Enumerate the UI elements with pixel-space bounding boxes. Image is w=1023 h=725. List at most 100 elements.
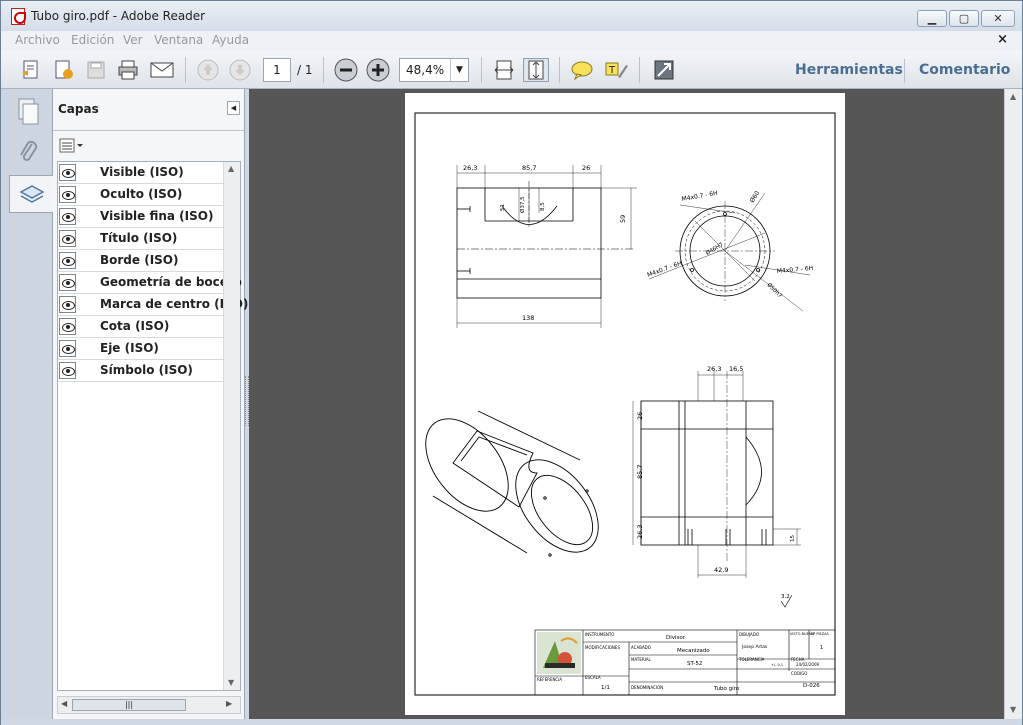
attachments-tab[interactable] <box>11 133 45 171</box>
eye-icon[interactable] <box>59 340 76 357</box>
menu-archivo[interactable]: Archivo <box>15 33 60 47</box>
dim-front-middle: 85,7 <box>522 164 536 172</box>
layer-row[interactable]: Oculto (ISO) <box>58 184 224 206</box>
tb-piezas-label: Nº PIEZAS <box>811 632 830 636</box>
envelope-icon <box>150 62 174 78</box>
layer-name: Visible fina (ISO) <box>100 209 214 223</box>
tb-denominacion-label: DENOMINACION <box>631 685 663 690</box>
layer-name: Oculto (ISO) <box>100 187 183 201</box>
collapse-panel-icon[interactable]: ◀ <box>227 101 240 115</box>
scrollbar-thumb[interactable]: ||| <box>72 699 186 711</box>
scroll-down-icon[interactable]: ▼ <box>228 678 234 687</box>
add-comment-button[interactable] <box>569 58 595 82</box>
dim-phi-bottom: Ø50h7 <box>766 281 784 299</box>
isometric-view <box>425 410 599 557</box>
zoom-out-button[interactable] <box>333 58 359 82</box>
tb-tolerancia: +/- 0,1 <box>771 663 783 667</box>
tools-pane-link[interactable]: Herramientas <box>795 62 903 78</box>
tb-instrumento: Divisor <box>666 635 686 641</box>
minimize-button[interactable]: ▁ <box>917 10 947 27</box>
zoom-in-button[interactable] <box>365 58 391 82</box>
layers-horizontal-scrollbar[interactable]: ◀ ||| ▶ <box>57 696 241 714</box>
layers-panel-header: Capas ◀ <box>53 89 244 131</box>
chevron-down-icon[interactable]: ▼ <box>450 59 468 81</box>
next-page-button[interactable] <box>227 58 253 82</box>
options-menu-icon <box>59 138 83 153</box>
dim-thread-right: M4x0.7 - 6H <box>777 265 814 275</box>
layer-name: Borde (ISO) <box>100 253 179 267</box>
layers-tab[interactable] <box>9 175 53 213</box>
zoom-level-select[interactable]: 48,4% ▼ <box>399 58 469 82</box>
layer-row[interactable]: Geometría de boceto <box>58 272 242 294</box>
page-total: / 1 <box>297 63 313 77</box>
pages-icon <box>18 98 39 125</box>
navigation-tabs <box>1 89 53 719</box>
page-number-input[interactable]: 1 <box>263 58 291 82</box>
layer-row[interactable]: Símbolo (ISO) <box>58 360 224 382</box>
create-pdf-icon <box>55 60 73 79</box>
eye-icon[interactable] <box>59 296 76 313</box>
eye-icon[interactable] <box>59 230 76 247</box>
scroll-up-icon[interactable]: ▲ <box>1010 92 1016 101</box>
tb-dibujado-label: DIBUJADO <box>739 632 759 637</box>
eye-icon[interactable] <box>59 362 76 379</box>
eye-icon[interactable] <box>59 318 76 335</box>
scroll-left-icon[interactable]: ◀ <box>61 699 67 708</box>
printer-icon <box>118 60 138 80</box>
open-file-button[interactable] <box>19 58 45 82</box>
menu-ver[interactable]: Ver <box>123 33 143 47</box>
eye-icon[interactable] <box>59 208 76 225</box>
layer-row[interactable]: Cota (ISO) <box>58 316 224 338</box>
print-button[interactable] <box>115 58 141 82</box>
tb-dibujado: Josep Artas <box>741 644 768 650</box>
menu-ventana[interactable]: Ventana <box>154 33 203 47</box>
eye-icon[interactable] <box>59 252 76 269</box>
highlight-text-button[interactable]: T <box>603 58 629 82</box>
tb-referencia-label: REFERENCIA <box>537 677 562 682</box>
eye-icon[interactable] <box>59 186 76 203</box>
dim-bottom-top1: 26,3 <box>707 365 721 373</box>
fit-width-button[interactable] <box>491 58 517 82</box>
layer-row[interactable]: Título (ISO) <box>58 228 224 250</box>
layer-row[interactable]: Visible (ISO) <box>58 162 224 184</box>
menu-ayuda[interactable]: Ayuda <box>212 33 249 47</box>
dim-bottom-v3: 26,3 <box>636 525 644 539</box>
save-button[interactable] <box>83 58 109 82</box>
close-document-icon[interactable]: × <box>997 32 1008 47</box>
document-vertical-scrollbar[interactable]: ▲ ▼ <box>1004 89 1022 719</box>
tb-tolerancia-label: TOLERANCIA <box>738 657 765 662</box>
scroll-up-icon[interactable]: ▲ <box>228 164 234 173</box>
dim-front-height: 59 <box>619 215 627 223</box>
highlighter-icon: T <box>605 62 628 78</box>
previous-page-button[interactable] <box>195 58 221 82</box>
layer-options-button[interactable] <box>59 138 85 154</box>
layer-row[interactable]: Borde (ISO) <box>58 250 224 272</box>
eye-icon[interactable] <box>59 164 76 181</box>
arrow-up-icon <box>197 59 219 81</box>
dim-front-left: 26,3 <box>463 164 477 172</box>
comment-pane-link[interactable]: Comentario <box>919 62 1010 78</box>
tb-material: ST-52 <box>687 661 702 667</box>
tb-acabado-label: ACABADO <box>631 645 651 650</box>
layer-row[interactable]: Visible fina (ISO) <box>58 206 224 228</box>
plus-circle-icon <box>366 58 390 82</box>
dim-phi-inner: Ø46H7 <box>705 241 725 257</box>
close-button[interactable]: ✕ <box>981 10 1015 27</box>
tb-instrumento-label: INSTRUMENTO <box>585 632 614 637</box>
layer-row[interactable]: Eje (ISO) <box>58 338 224 360</box>
fit-page-button[interactable] <box>523 58 549 82</box>
create-pdf-button[interactable] <box>51 58 77 82</box>
scroll-right-icon[interactable]: ▶ <box>226 699 232 708</box>
email-button[interactable] <box>149 58 175 82</box>
eye-icon[interactable] <box>59 274 76 291</box>
page-thumbnails-tab[interactable] <box>11 93 45 131</box>
dim-front-d2: Ø37,5 <box>519 196 526 213</box>
menu-edicion[interactable]: Edición <box>71 33 114 47</box>
maximize-button[interactable]: ▢ <box>949 10 979 27</box>
fullscreen-button[interactable] <box>651 58 677 82</box>
paperclip-icon <box>20 140 38 161</box>
main-toolbar: 1 / 1 48,4% ▼ T Herramientas Comentario <box>1 51 1022 89</box>
scroll-down-icon[interactable]: ▼ <box>1010 705 1016 714</box>
layer-row[interactable]: Marca de centro (ISO) <box>58 294 248 316</box>
layers-vertical-scrollbar[interactable]: ▲ ▼ <box>223 162 240 690</box>
